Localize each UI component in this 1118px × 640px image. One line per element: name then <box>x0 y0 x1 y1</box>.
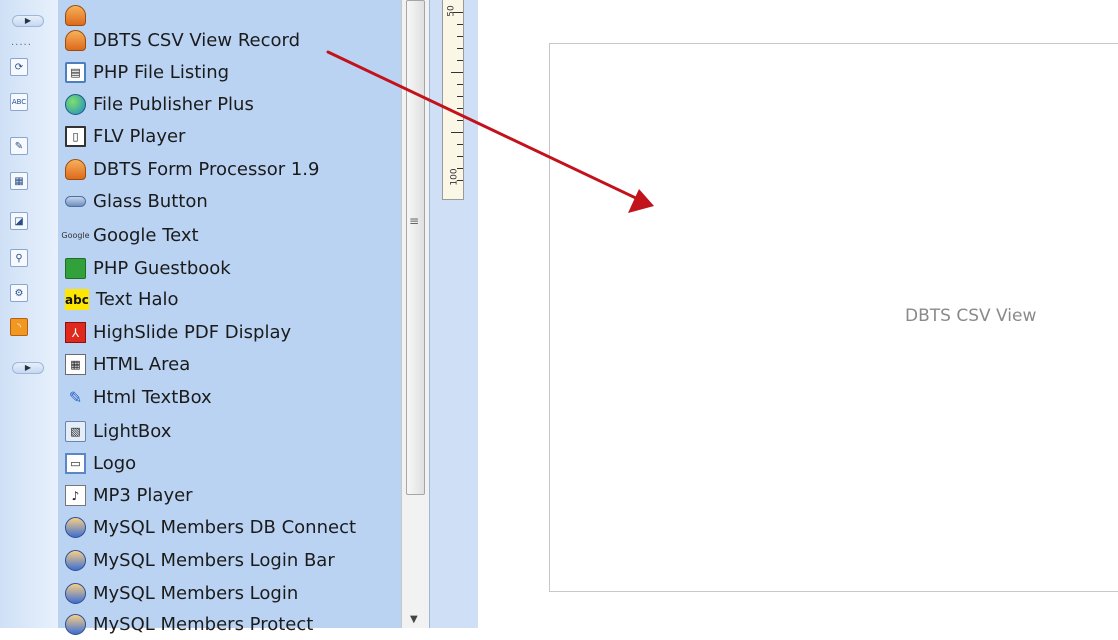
toolbar-separator: ····· <box>11 40 32 51</box>
film-icon: ▯ <box>65 126 86 147</box>
panel-item-label: File Publisher Plus <box>93 94 254 115</box>
panel-item-mysql-members-db-connect[interactable]: MySQL Members DB Connect <box>65 512 356 543</box>
guestbook-icon <box>65 258 86 279</box>
panel-item-google-text[interactable]: Google Google Text <box>61 220 199 251</box>
scrollbar-thumb[interactable] <box>406 0 425 495</box>
glass-button-icon <box>65 196 86 207</box>
panel-item-html-textbox[interactable]: ✎ Html TextBox <box>65 382 212 413</box>
panel-item-label: HighSlide PDF Display <box>93 322 292 343</box>
panel-item-dbts-csv-view-record[interactable]: DBTS CSV View Record <box>65 25 300 56</box>
panel-item-mp3-player[interactable]: ♪ MP3 Player <box>65 480 193 511</box>
scrollbar-grip-icon: ≡ <box>409 214 420 228</box>
panel-item-label: Glass Button <box>93 191 208 212</box>
lightbox-icon: ▧ <box>65 421 86 442</box>
panel-item-lightbox[interactable]: ▧ LightBox <box>65 416 171 447</box>
mp3-icon: ♪ <box>65 485 86 506</box>
scroll-down-icon[interactable]: ▼ <box>410 614 418 625</box>
link-icon[interactable]: ⚲ <box>10 249 28 267</box>
panel-item-logo[interactable]: ▭ Logo <box>65 448 136 479</box>
csv-view-label: DBTS CSV View <box>905 306 1037 326</box>
vertical-ruler: 50 100 <box>429 0 478 628</box>
panel-item-label: Logo <box>93 453 137 474</box>
panel-item-label: HTML Area <box>93 354 191 375</box>
user-icon <box>65 614 86 635</box>
panel-item-glass-button[interactable]: Glass Button <box>65 186 208 217</box>
ruler-label-bottom: 100 <box>449 168 460 186</box>
panel-item-dbts-form-processor[interactable]: DBTS Form Processor 1.9 <box>65 154 319 185</box>
panel-item-php-file-listing[interactable]: ▤ PHP File Listing <box>65 57 229 88</box>
panel-item-label: MySQL Members DB Connect <box>93 517 357 538</box>
html-area-icon: ▦ <box>65 354 86 375</box>
panel-item-label: Google Text <box>93 225 199 246</box>
folder-icon: ▤ <box>65 62 86 83</box>
user-icon <box>65 583 86 604</box>
globe-icon <box>65 94 86 115</box>
panel-item-highslide-pdf-display[interactable]: ⅄ HighSlide PDF Display <box>65 317 291 348</box>
google-icon: Google <box>61 230 90 240</box>
toolbar-expand-top-icon[interactable]: ▶ <box>12 15 44 27</box>
panel-item-label: PHP Guestbook <box>93 258 231 279</box>
csv-view-placeholder[interactable]: DBTS CSV View <box>549 43 1118 592</box>
panel-item-label: FLV Player <box>93 126 186 147</box>
panel-item-label: DBTS CSV View Record <box>93 30 301 51</box>
panel-item-label: PHP File Listing <box>93 62 230 83</box>
panel-item-label: MySQL Members Login Bar <box>93 550 335 571</box>
dbts-icon <box>65 159 86 180</box>
abc-text-icon[interactable]: ABC <box>10 93 28 111</box>
panel-item-mysql-members-login-bar[interactable]: MySQL Members Login Bar <box>65 545 335 576</box>
toolbar-expand-bottom-icon[interactable]: ▶ <box>12 362 44 374</box>
dbts-icon <box>65 5 86 26</box>
panel-item-text-halo[interactable]: abc Text Halo <box>65 284 179 315</box>
panel-item-label: MySQL Members Login <box>93 583 299 604</box>
refresh-icon[interactable]: ⟳ <box>10 58 28 76</box>
photo-icon[interactable]: ◪ <box>10 212 28 230</box>
panel-scrollbar[interactable]: ≡ ▼ <box>401 0 430 628</box>
panel-item-file-publisher-plus[interactable]: File Publisher Plus <box>65 89 254 120</box>
panel-item-label: MP3 Player <box>93 485 193 506</box>
ruler-strip: 50 100 <box>442 0 464 200</box>
pdf-icon: ⅄ <box>65 322 86 343</box>
dbts-icon <box>65 30 86 51</box>
panel-item-label: Text Halo <box>95 289 179 310</box>
panel-item-mysql-members-login[interactable]: MySQL Members Login <box>65 578 298 609</box>
left-toolbar: ▶ ····· ⟳ ABC ✎ ▦ ◪ ⚲ ⚙ ◝ ▶ <box>0 0 59 628</box>
panel-item-html-area[interactable]: ▦ HTML Area <box>65 349 190 380</box>
abc-icon: abc <box>65 289 89 310</box>
panel-item-mysql-members-protect[interactable]: MySQL Members Protect <box>65 609 313 640</box>
rss-icon[interactable]: ◝ <box>10 318 28 336</box>
panel-item-label: Html TextBox <box>93 387 212 408</box>
panel-item-label: MySQL Members Protect <box>93 614 314 635</box>
panel-item-flv-player[interactable]: ▯ FLV Player <box>65 121 185 152</box>
edit-icon[interactable]: ✎ <box>10 137 28 155</box>
pen-icon: ✎ <box>68 387 83 407</box>
user-icon <box>65 517 86 538</box>
logo-icon: ▭ <box>65 453 86 474</box>
user-icon <box>65 550 86 571</box>
ruler-label-top: 50 <box>446 5 457 17</box>
objects-panel: DBTS CSV View Record ▤ PHP File Listing … <box>58 0 401 635</box>
panel-item-label: DBTS Form Processor 1.9 <box>93 159 320 180</box>
panel-item-label: LightBox <box>93 421 172 442</box>
settings-icon[interactable]: ⚙ <box>10 284 28 302</box>
panel-item-php-guestbook[interactable]: PHP Guestbook <box>65 253 231 284</box>
image-icon[interactable]: ▦ <box>10 172 28 190</box>
